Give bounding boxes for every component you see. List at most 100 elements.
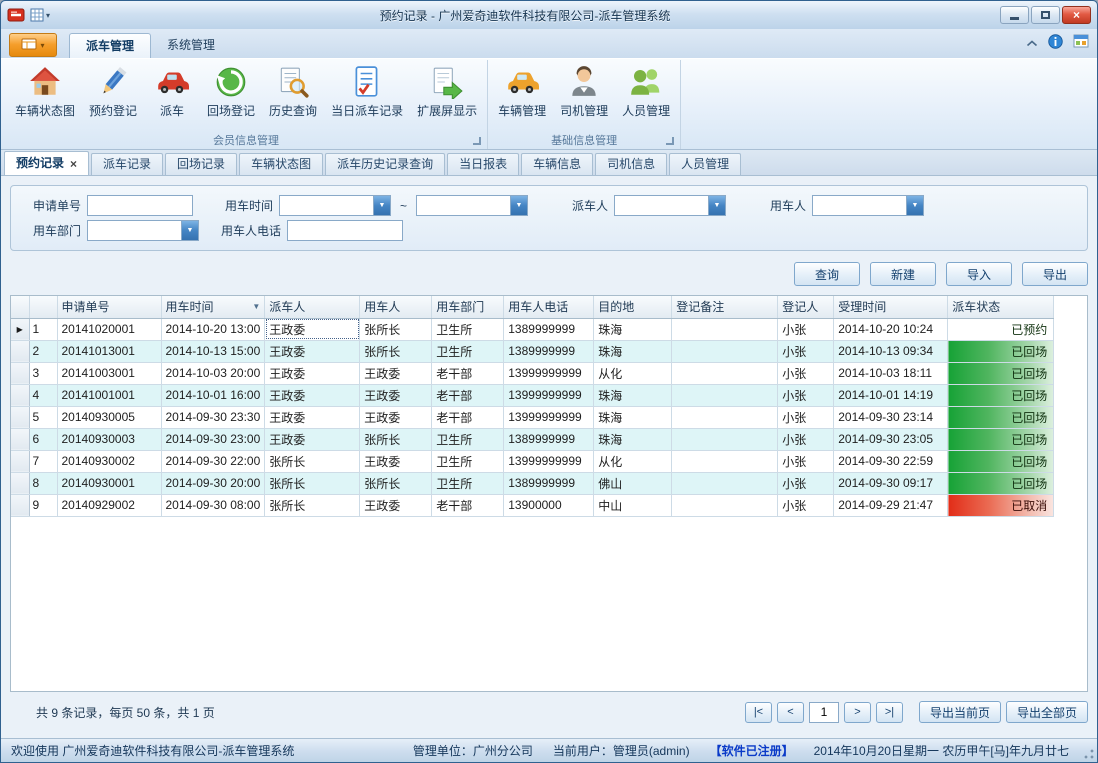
grid-cell[interactable]: 小张 [778,318,834,340]
grid-cell[interactable]: 2014-09-29 21:47 [834,494,948,516]
doc-tab-vehicle-info[interactable]: 车辆信息 [521,153,593,175]
grid-cell[interactable]: 从化 [594,450,672,472]
grid-cell[interactable]: 1389999999 [504,340,594,362]
grid-cell[interactable]: 2014-09-30 23:00 [161,428,265,450]
skin-selector-icon[interactable] [1073,34,1089,52]
grid-cell[interactable] [672,428,778,450]
grid-cell[interactable]: 从化 [594,362,672,384]
next-page-button[interactable]: > [844,702,871,723]
column-header-申请单号[interactable]: 申请单号 [57,296,161,318]
grid-cell[interactable]: 卫生所 [432,318,504,340]
titlebar[interactable]: ▾ 预约记录 - 广州爱奇迪软件科技有限公司-派车管理系统 × [1,1,1097,29]
column-header-用车人[interactable]: 用车人 [360,296,432,318]
grid-row[interactable]: 5201409300052014-09-30 23:30王政委王政委老干部139… [11,406,1054,428]
tab-close-icon[interactable]: × [70,158,77,170]
grid-cell[interactable]: 小张 [778,450,834,472]
grid-cell[interactable]: 张所长 [265,450,360,472]
first-page-button[interactable]: |< [745,702,772,723]
vehicle-status-chart-button[interactable]: 车辆状态图 [8,60,82,121]
grid-cell[interactable] [672,406,778,428]
grid-cell[interactable]: 卫生所 [432,472,504,494]
grid-cell[interactable]: 中山 [594,494,672,516]
grid-cell[interactable]: 王政委 [265,406,360,428]
grid-cell[interactable]: 2014-09-30 22:00 [161,450,265,472]
grid-cell[interactable]: 2014-10-20 10:24 [834,318,948,340]
grid-cell[interactable]: 2014-10-01 14:19 [834,384,948,406]
grid-cell[interactable]: 张所长 [360,472,432,494]
grid-row[interactable]: ▶1201410200012014-10-20 13:00王政委张所长卫生所13… [11,318,1054,340]
today-dispatch-records-button[interactable]: 当日派车记录 [324,60,410,121]
doc-tab-vehicle-status-chart[interactable]: 车辆状态图 [239,153,323,175]
grid-cell[interactable]: 小张 [778,362,834,384]
grid-row[interactable]: 4201410010012014-10-01 16:00王政委王政委老干部139… [11,384,1054,406]
grid-cell[interactable] [672,472,778,494]
grid-cell[interactable]: 13999999999 [504,450,594,472]
grid-row[interactable]: 9201409290022014-09-30 08:00张所长王政委老干部139… [11,494,1054,516]
order-no-input[interactable] [87,195,193,216]
grid-cell[interactable]: 20141013001 [57,340,161,362]
column-header-登记人[interactable]: 登记人 [778,296,834,318]
grid-cell[interactable]: 2014-10-01 16:00 [161,384,265,406]
grid-cell[interactable]: 20141020001 [57,318,161,340]
grid-cell[interactable] [672,362,778,384]
import-button[interactable]: 导入 [946,262,1012,286]
grid-cell[interactable]: 20140930003 [57,428,161,450]
grid-cell[interactable]: 2014-09-30 23:14 [834,406,948,428]
chevron-down-icon[interactable]: ▼ [181,221,198,240]
export-all-pages-button[interactable]: 导出全部页 [1006,701,1088,723]
grid-cell[interactable]: 王政委 [360,362,432,384]
grid-cell[interactable] [672,450,778,472]
page-number-input[interactable] [809,702,839,723]
grid-cell[interactable]: 王政委 [360,450,432,472]
dispatch-status-cell[interactable]: 已预约 [948,318,1054,340]
user-dropdown[interactable]: ▼ [812,195,924,216]
department-dropdown[interactable]: ▼ [87,220,199,241]
return-register-button[interactable]: 回场登记 [200,60,262,121]
ribbon-tab-system-management[interactable]: 系统管理 [151,33,231,58]
grid-cell[interactable]: 王政委 [265,362,360,384]
prev-page-button[interactable]: < [777,702,804,723]
grid-cell[interactable]: 老干部 [432,406,504,428]
grid-row[interactable]: 6201409300032014-09-30 23:00王政委张所长卫生所138… [11,428,1054,450]
grid-row[interactable]: 8201409300012014-09-30 20:00张所长张所长卫生所138… [11,472,1054,494]
export-button[interactable]: 导出 [1022,262,1088,286]
resize-grip[interactable] [1084,749,1094,759]
doc-tab-dispatch-history-query[interactable]: 派车历史记录查询 [325,153,445,175]
grid-cell[interactable]: 小张 [778,384,834,406]
column-header-派车状态[interactable]: 派车状态 [948,296,1054,318]
dispatch-status-cell[interactable]: 已取消 [948,494,1054,516]
grid-cell[interactable]: 小张 [778,406,834,428]
use-time-to-dropdown[interactable]: ▼ [416,195,528,216]
extended-screen-display-button[interactable]: 扩展屏显示 [410,60,484,121]
grid-cell[interactable]: 张所长 [265,494,360,516]
chevron-down-icon[interactable]: ▼ [906,196,923,215]
grid-cell[interactable]: 老干部 [432,494,504,516]
grid-cell[interactable]: 王政委 [265,428,360,450]
chevron-down-icon[interactable]: ▼ [708,196,725,215]
grid-cell[interactable]: 张所长 [360,428,432,450]
grid-cell[interactable]: 珠海 [594,384,672,406]
chevron-down-icon[interactable]: ▼ [373,196,390,215]
last-page-button[interactable]: >| [876,702,903,723]
application-menu-button[interactable]: ▾ [9,33,57,57]
grid-cell[interactable]: 王政委 [360,494,432,516]
collapse-ribbon-icon[interactable] [1026,36,1038,50]
grid-cell[interactable] [672,494,778,516]
column-header-用车人电话[interactable]: 用车人电话 [504,296,594,318]
grid-cell[interactable]: 王政委 [265,318,360,340]
grid-cell[interactable]: 2014-09-30 20:00 [161,472,265,494]
grid-cell[interactable]: 2014-09-30 08:00 [161,494,265,516]
grid-cell[interactable]: 1389999999 [504,472,594,494]
grid-cell[interactable]: 20141003001 [57,362,161,384]
grid-cell[interactable]: 1389999999 [504,428,594,450]
grid-cell[interactable]: 王政委 [360,384,432,406]
grid-cell[interactable]: 2014-09-30 22:59 [834,450,948,472]
grid-cell[interactable]: 20140930005 [57,406,161,428]
grid-cell[interactable]: 王政委 [360,406,432,428]
license-status-link[interactable]: 【软件已注册】 [710,742,794,759]
grid-cell[interactable]: 1389999999 [504,318,594,340]
grid-cell[interactable]: 20140930002 [57,450,161,472]
grid-cell[interactable]: 2014-10-13 09:34 [834,340,948,362]
grid-cell[interactable]: 小张 [778,428,834,450]
dispatch-status-cell[interactable]: 已回场 [948,406,1054,428]
